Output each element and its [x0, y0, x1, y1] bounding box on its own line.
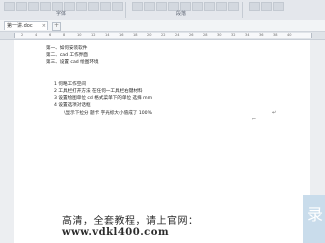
document-tab-bar: 第一讲.doc × + — [0, 20, 325, 32]
close-icon[interactable]: × — [42, 22, 46, 31]
ruler-number: 16 — [119, 33, 124, 37]
ribbon-button[interactable] — [156, 2, 167, 11]
ribbon-button[interactable] — [168, 2, 179, 11]
new-tab-button[interactable]: + — [52, 22, 61, 31]
ruler-number: 12 — [91, 33, 96, 37]
ribbon-button[interactable] — [249, 2, 260, 11]
ruler-number: 34 — [245, 33, 250, 37]
ribbon-button[interactable] — [28, 2, 39, 11]
ribbon-button[interactable] — [204, 2, 215, 11]
ribbon-button[interactable] — [273, 2, 284, 11]
ribbon-button[interactable] — [261, 2, 272, 11]
text-cursor-icon: ⌐ — [252, 116, 257, 122]
ruler-number: 14 — [105, 33, 110, 37]
ruler-number: 6 — [49, 33, 52, 37]
ruler-number: 20 — [147, 33, 152, 37]
step-line: \显示下拉分 题卡 字光标大小值成了 100% — [64, 111, 152, 116]
ribbon-button[interactable] — [144, 2, 155, 11]
ruler-scale: 2 4 6 8 10 12 14 16 18 20 22 24 26 28 30 32 34 36 38 40 — [14, 33, 312, 38]
ruler-number: 10 — [77, 33, 82, 37]
side-panel-glyph: 录 — [307, 205, 324, 224]
ribbon-button[interactable] — [88, 2, 99, 11]
ruler-number: 40 — [287, 33, 292, 37]
watermark-banner: 高清，全套教程，请上官网： www.vdkl400.com — [0, 210, 290, 243]
ruler-number: 28 — [203, 33, 208, 37]
step-line: 1 何略工作空间 — [54, 82, 86, 87]
ribbon-button[interactable] — [40, 2, 51, 11]
ruler-number: 4 — [35, 33, 38, 37]
ribbon-separator — [125, 2, 126, 18]
ribbon-button[interactable] — [76, 2, 87, 11]
ribbon-button[interactable] — [100, 2, 111, 11]
ruler-number: 30 — [217, 33, 222, 37]
ribbon-group-paragraph-label: 段落 — [176, 11, 187, 17]
ribbon-separator — [242, 2, 243, 18]
document-tab[interactable]: 第一讲.doc × — [4, 21, 48, 30]
banner-url: www.vdkl400.com — [62, 227, 170, 238]
ribbon-button[interactable] — [180, 2, 191, 11]
ribbon-button[interactable] — [64, 2, 75, 11]
ribbon-toolbar: 字体 段落 — [0, 0, 325, 21]
ribbon-button[interactable] — [192, 2, 203, 11]
step-line: 4 设置选项对话框 — [54, 103, 91, 108]
toc-line: 第三、设置 cad 绘图环境 — [46, 60, 99, 65]
banner-text: 高清，全套教程，请上官网： — [62, 216, 199, 227]
ribbon-button[interactable] — [112, 2, 123, 11]
horizontal-ruler: 2 4 6 8 10 12 14 16 18 20 22 24 26 28 30 32 34 36 38 40 — [0, 32, 325, 40]
ribbon-button[interactable] — [4, 2, 15, 11]
toc-line: 第二、cad 工作界面 — [46, 53, 88, 58]
toc-line: 第一、如何安装软件 — [46, 46, 88, 51]
step-line: 3 设置绘图单位 cd 格式菜单下的单位 选择 mm — [54, 96, 153, 101]
ruler-number: 8 — [63, 33, 66, 37]
ribbon-button[interactable] — [228, 2, 239, 11]
ribbon-button[interactable] — [16, 2, 27, 11]
ribbon-button[interactable] — [52, 2, 63, 11]
ribbon-button[interactable] — [132, 2, 143, 11]
ruler-number: 36 — [259, 33, 264, 37]
paragraph-mark-icon: ↵ — [272, 110, 277, 116]
ribbon-button[interactable] — [216, 2, 227, 11]
ruler-number: 22 — [161, 33, 166, 37]
document-tab-label: 第一讲.doc — [7, 23, 33, 29]
ruler-number: 26 — [189, 33, 194, 37]
ruler-number: 2 — [21, 33, 24, 37]
ribbon-group-font-label: 字体 — [56, 11, 67, 17]
ruler-number: 18 — [133, 33, 138, 37]
step-line: 2 工具栏打开方法 在任何一工具栏右键材料 — [54, 89, 143, 94]
side-panel: 录 — [303, 195, 325, 243]
ruler-number: 32 — [231, 33, 236, 37]
ruler-number: 24 — [175, 33, 180, 37]
ruler-number: 38 — [273, 33, 278, 37]
